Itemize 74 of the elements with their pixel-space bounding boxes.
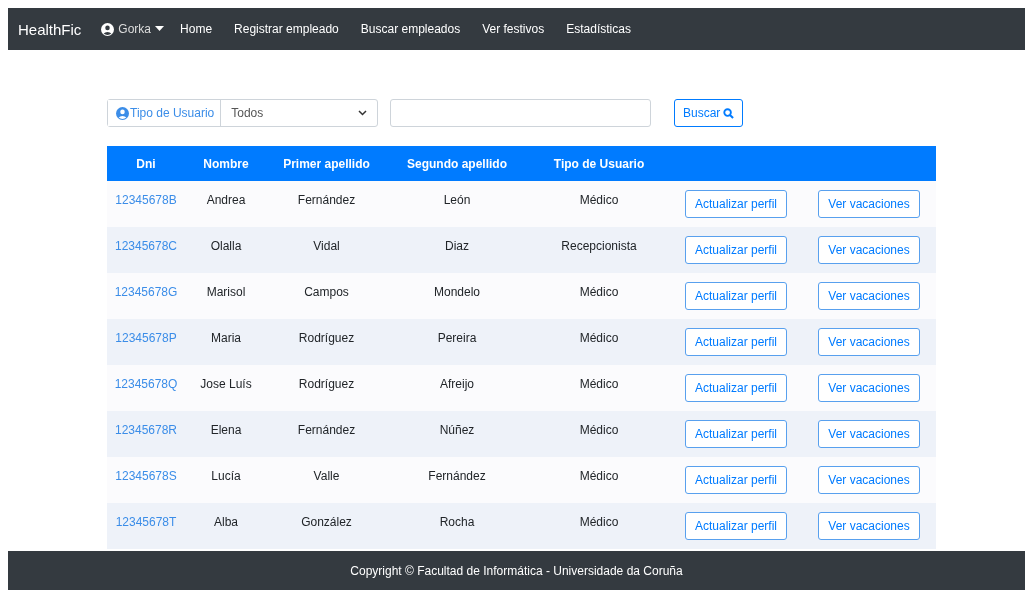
- table-cell: Médico: [579, 469, 619, 483]
- column-header: Nombre: [203, 156, 249, 171]
- update-profile-button[interactable]: Actualizar perfil: [685, 236, 787, 264]
- table-cell: Médico: [579, 285, 619, 299]
- table-cell: Elena: [210, 423, 242, 437]
- table-cell: Diaz: [445, 239, 469, 253]
- table-cell: Lucía: [211, 469, 241, 483]
- table-cell: Campos: [304, 285, 349, 299]
- user-icon: [101, 22, 115, 36]
- dni-link[interactable]: 12345678S: [115, 469, 177, 483]
- user-menu[interactable]: Gorka: [101, 22, 165, 36]
- search-button[interactable]: Buscar: [674, 99, 744, 127]
- table-cell: Médico: [579, 515, 619, 529]
- table-cell: Médico: [579, 331, 619, 345]
- nav-link[interactable]: Buscar empleados: [360, 22, 461, 36]
- table-cell: Maria: [211, 331, 241, 345]
- column-header: Dni: [136, 156, 156, 171]
- table-cell: Jose Luís: [200, 377, 252, 391]
- table-cell: Valle: [313, 469, 340, 483]
- table-cell: Recepcionista: [561, 239, 637, 253]
- table-cell: Olalla: [210, 239, 242, 253]
- nav-link[interactable]: Home: [180, 22, 213, 36]
- vacations-button[interactable]: Ver vacaciones: [818, 374, 920, 402]
- update-profile-button[interactable]: Actualizar perfil: [685, 466, 787, 494]
- table-cell: Médico: [579, 423, 619, 437]
- brand-link[interactable]: HealthFic: [18, 20, 82, 38]
- update-profile-button[interactable]: Actualizar perfil: [685, 374, 787, 402]
- dni-link[interactable]: 12345678G: [114, 285, 178, 299]
- column-header: Segundo apellido: [407, 156, 507, 171]
- table-cell: Rodríguez: [298, 377, 355, 391]
- table-cell: Fernández: [428, 469, 486, 483]
- dni-link[interactable]: 12345678B: [115, 193, 177, 207]
- dni-link[interactable]: 12345678R: [114, 423, 178, 437]
- nav-link[interactable]: Estadísticas: [566, 22, 631, 36]
- vacations-button[interactable]: Ver vacaciones: [818, 420, 920, 448]
- table-cell: Alba: [214, 515, 238, 529]
- table-cell: Núñez: [439, 423, 475, 437]
- vacations-button[interactable]: Ver vacaciones: [818, 328, 920, 356]
- table-cell: Fernández: [297, 193, 356, 207]
- table-cell: Mondelo: [434, 285, 480, 299]
- table-cell: Rocha: [439, 515, 475, 529]
- dni-link[interactable]: 12345678C: [114, 239, 178, 253]
- update-profile-button[interactable]: Actualizar perfil: [685, 420, 787, 448]
- caret-icon: [155, 26, 165, 32]
- vacations-button[interactable]: Ver vacaciones: [818, 190, 920, 218]
- table-cell: Médico: [579, 377, 619, 391]
- table-cell: Pereira: [437, 331, 477, 345]
- table-cell: León: [443, 193, 471, 207]
- table-cell: Marisol: [206, 285, 246, 299]
- table-cell: Fernández: [297, 423, 356, 437]
- table-cell: Afreijo: [440, 377, 474, 391]
- column-header: Primer apellido: [283, 156, 370, 171]
- dni-link[interactable]: 12345678Q: [114, 377, 178, 391]
- vacations-button[interactable]: Ver vacaciones: [818, 512, 920, 540]
- update-profile-button[interactable]: Actualizar perfil: [685, 282, 787, 310]
- table-cell: Rodríguez: [298, 331, 355, 345]
- table-cell: Médico: [579, 193, 619, 207]
- table-cell: González: [301, 515, 352, 529]
- column-header: Tipo de Usuario: [553, 156, 645, 171]
- copyright-text: Copyright © Facultad de Informática - Universidade da Coruña: [350, 563, 683, 578]
- search-field[interactable]: [390, 99, 651, 127]
- dni-link[interactable]: 12345678T: [115, 515, 177, 529]
- update-profile-button[interactable]: Actualizar perfil: [685, 328, 787, 356]
- search-icon: [723, 107, 735, 119]
- table-cell: Vidal: [313, 239, 340, 253]
- update-profile-button[interactable]: Actualizar perfil: [685, 190, 787, 218]
- nav-link[interactable]: Ver festivos: [482, 22, 545, 36]
- vacations-button[interactable]: Ver vacaciones: [818, 236, 920, 264]
- update-profile-button[interactable]: Actualizar perfil: [685, 512, 787, 540]
- dni-link[interactable]: 12345678P: [115, 331, 177, 345]
- vacations-button[interactable]: Ver vacaciones: [818, 282, 920, 310]
- vacations-button[interactable]: Ver vacaciones: [818, 466, 920, 494]
- nav-link[interactable]: Registrar empleado: [234, 22, 339, 36]
- table-cell: Andrea: [206, 193, 246, 207]
